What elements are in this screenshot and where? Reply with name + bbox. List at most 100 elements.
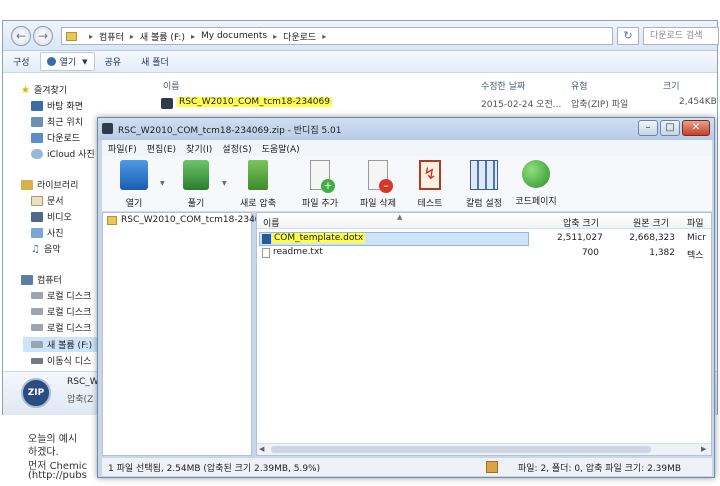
test-button[interactable]: ↯ 테스트 bbox=[400, 160, 460, 209]
file-row[interactable]: RSC_W2010_COM_tcm18-234069 2015-02-24 오전… bbox=[157, 95, 717, 113]
scroll-left-icon[interactable]: ◀ bbox=[259, 445, 264, 453]
column-file-type[interactable]: 파일 bbox=[687, 216, 704, 229]
tree-root-label: RSC_W2010_COM_tcm18-2340 bbox=[121, 215, 261, 225]
breadcrumb-volume[interactable]: 새 볼륨 (F:) bbox=[140, 30, 185, 43]
sidebar-item-desktop[interactable]: 바탕 화면 bbox=[31, 99, 83, 112]
sidebar-item-documents[interactable]: 문서 bbox=[31, 194, 64, 207]
bandizip-toolbar: 열기 ▼ 풀기 ▼ 새로 압축 + 파일 추가 – 파일 삭제 ↯ 테스트 칼럼… bbox=[102, 156, 712, 212]
word-file-icon bbox=[262, 234, 271, 244]
organize-button[interactable]: 구성 bbox=[3, 55, 40, 68]
sidebar-label: 새 볼륨 (F:) bbox=[47, 341, 93, 351]
scrollbar-thumb[interactable] bbox=[271, 446, 651, 453]
tool-label: 코드페이지 bbox=[515, 197, 557, 207]
sidebar-item-music[interactable]: ♫ 음악 bbox=[31, 242, 61, 256]
menu-edit[interactable]: 편집(E) bbox=[147, 142, 176, 155]
menu-settings[interactable]: 설정(S) bbox=[222, 142, 251, 155]
zip-app-icon: ZIP bbox=[21, 378, 51, 408]
sidebar-item-icloud[interactable]: iCloud 사진 bbox=[31, 147, 95, 160]
new-folder-button[interactable]: 새 폴더 bbox=[131, 55, 179, 68]
breadcrumb-downloads[interactable]: 다운로드 bbox=[283, 30, 316, 43]
column-original-size[interactable]: 원본 크기 bbox=[633, 216, 669, 229]
status-archive-info: 파일: 2, 폴더: 0, 압축 파일 크기: 2.39MB bbox=[518, 464, 682, 474]
breadcrumb-mydocuments[interactable]: My documents bbox=[201, 31, 267, 41]
scroll-right-icon[interactable]: ▶ bbox=[701, 445, 706, 453]
explorer-column-headers: 이름 수정한 날짜 유형 크기 bbox=[157, 75, 717, 95]
codepage-button[interactable]: 코드페이지 bbox=[506, 160, 566, 207]
back-icon[interactable]: ← bbox=[11, 26, 31, 46]
hard-drive-icon bbox=[31, 341, 43, 348]
star-icon: ★ bbox=[21, 84, 30, 96]
tree-root-item[interactable]: RSC_W2010_COM_tcm18-2340 bbox=[107, 215, 261, 225]
column-packed-size[interactable]: 압축 크기 bbox=[563, 216, 599, 229]
menu-file[interactable]: 파일(F) bbox=[108, 142, 137, 155]
icloud-icon bbox=[31, 148, 43, 159]
row-packed: 2,511,027 bbox=[557, 233, 603, 243]
open-button[interactable]: 열기 ▼ bbox=[39, 52, 95, 71]
column-size[interactable]: 크기 bbox=[663, 79, 680, 92]
sidebar-item-local-disk-3[interactable]: 로컬 디스크 bbox=[31, 321, 91, 334]
open-archive-button[interactable]: 열기 bbox=[104, 160, 164, 209]
address-bar[interactable]: ▸ 컴퓨터 ▸ 새 볼륨 (F:) ▸ My documents ▸ 다운로드 … bbox=[61, 27, 613, 45]
open-button-label: 열기 bbox=[59, 58, 77, 68]
chevron-right-icon: ▸ bbox=[273, 31, 278, 41]
tool-label: 칼럼 설정 bbox=[466, 199, 502, 209]
sidebar-label: 이동식 디스 bbox=[47, 357, 92, 367]
sidebar-label: 로컬 디스크 bbox=[47, 292, 92, 302]
new-archive-button[interactable]: 새로 압축 bbox=[228, 160, 288, 209]
zip-file-icon bbox=[161, 98, 173, 109]
folder-icon bbox=[66, 31, 77, 41]
bandizip-window: RSC_W2010_COM_tcm18-234069.zip - 반디집 5.0… bbox=[97, 117, 715, 478]
sidebar-libraries[interactable]: 라이브러리 bbox=[21, 178, 78, 191]
sidebar-item-local-disk-2[interactable]: 로컬 디스크 bbox=[31, 305, 91, 318]
downloads-icon bbox=[31, 132, 43, 143]
file-modified: 2015-02-24 오전... bbox=[481, 100, 562, 110]
row-packed: 700 bbox=[581, 248, 599, 258]
sidebar-item-removable[interactable]: 이동식 디스 bbox=[31, 354, 91, 367]
sidebar-label: iCloud 사진 bbox=[47, 150, 95, 160]
column-modified[interactable]: 수정한 날짜 bbox=[481, 79, 525, 92]
add-files-button[interactable]: + 파일 추가 bbox=[290, 160, 350, 209]
chevron-right-icon: ▸ bbox=[129, 31, 134, 41]
sidebar-item-pictures[interactable]: 사진 bbox=[31, 226, 64, 239]
sidebar-item-recent[interactable]: 최근 위치 bbox=[31, 115, 83, 128]
details-name: RSC_W bbox=[67, 377, 99, 387]
columns-icon bbox=[470, 160, 498, 190]
close-icon[interactable]: ✕ bbox=[682, 120, 710, 136]
search-input[interactable]: 다운로드 검색 bbox=[643, 27, 719, 45]
delete-files-button[interactable]: – 파일 삭제 bbox=[348, 160, 408, 209]
maximize-icon[interactable]: □ bbox=[660, 120, 680, 136]
column-name[interactable]: 이름 bbox=[263, 216, 280, 229]
minimize-icon[interactable]: – bbox=[638, 120, 658, 136]
breadcrumb-computer[interactable]: 컴퓨터 bbox=[99, 30, 124, 43]
column-name[interactable]: 이름 bbox=[163, 79, 180, 92]
forward-icon[interactable]: → bbox=[33, 26, 53, 46]
sidebar-computer[interactable]: 컴퓨터 bbox=[21, 273, 62, 286]
refresh-icon[interactable]: ↻ bbox=[617, 27, 639, 45]
column-type[interactable]: 유형 bbox=[571, 79, 588, 92]
menu-find[interactable]: 찾기(I) bbox=[186, 142, 212, 155]
sidebar-item-videos[interactable]: 비디오 bbox=[31, 210, 72, 223]
pictures-icon bbox=[31, 227, 43, 238]
open-icon bbox=[46, 57, 56, 66]
table-row[interactable]: readme.txt bbox=[259, 247, 529, 261]
horizontal-scrollbar[interactable]: ◀ ▶ bbox=[257, 443, 711, 455]
chevron-down-icon: ▼ bbox=[82, 57, 88, 66]
table-row[interactable]: COM_template.dotx bbox=[259, 232, 529, 246]
archive-icon bbox=[486, 461, 498, 473]
file-type: 압축(ZIP) 파일 bbox=[571, 100, 629, 110]
sidebar-favorites[interactable]: ★ 즐겨찾기 bbox=[21, 83, 67, 97]
menu-help[interactable]: 도움말(A) bbox=[262, 142, 300, 155]
share-button[interactable]: 공유 bbox=[95, 55, 132, 68]
globe-icon bbox=[522, 160, 550, 188]
column-settings-button[interactable]: 칼럼 설정 bbox=[454, 160, 514, 209]
details-type: 압축(Z bbox=[67, 395, 94, 405]
sidebar-label: 문서 bbox=[47, 197, 64, 207]
chevron-down-icon: ▼ bbox=[222, 180, 227, 187]
list-header: 이름 압축 크기 원본 크기 파일 ▲ bbox=[257, 213, 711, 229]
chevron-right-icon: ▸ bbox=[89, 31, 94, 41]
sidebar-item-local-disk-1[interactable]: 로컬 디스크 bbox=[31, 289, 91, 302]
test-icon: ↯ bbox=[419, 160, 441, 190]
sidebar-item-downloads[interactable]: 다운로드 bbox=[31, 131, 80, 144]
extract-button[interactable]: 풀기 bbox=[166, 160, 226, 209]
hard-drive-icon bbox=[31, 308, 43, 315]
